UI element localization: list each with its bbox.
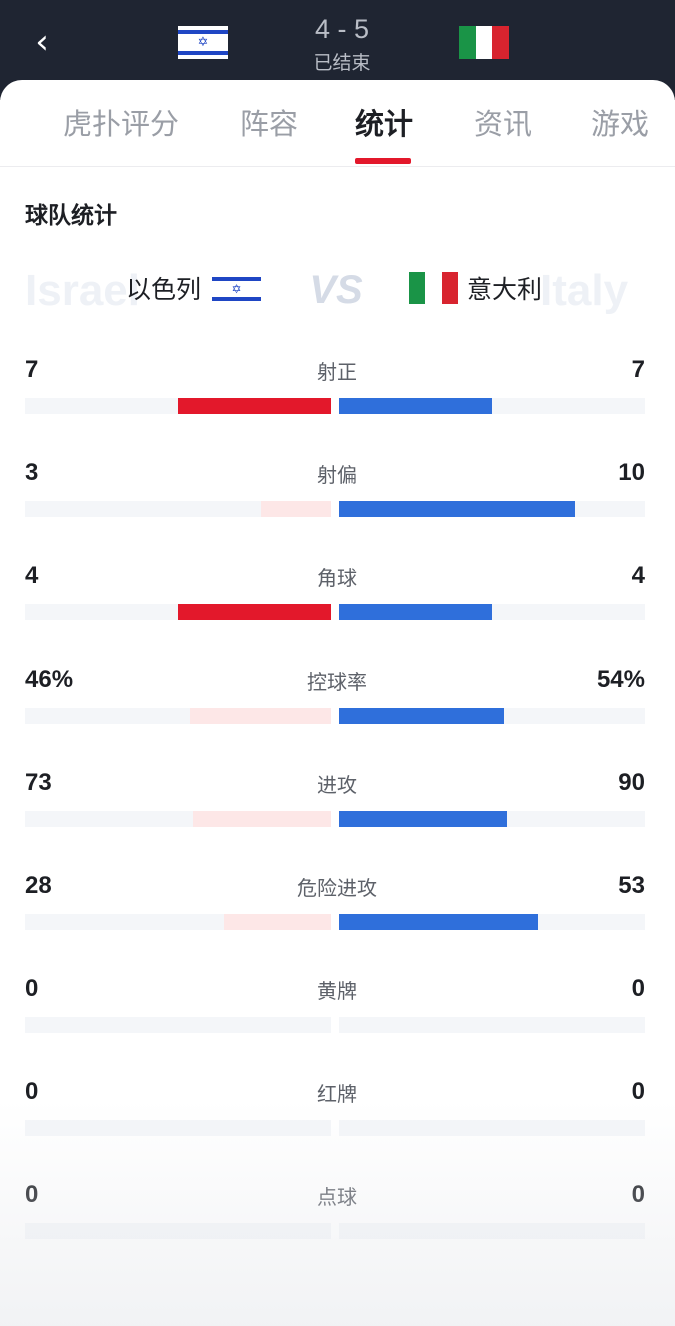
home-stat-bar	[178, 604, 331, 620]
away-stat-track	[339, 811, 645, 827]
home-stat-track	[25, 398, 331, 414]
home-stat-value: 28	[25, 872, 52, 899]
home-team-watermark: Israel	[25, 266, 140, 315]
home-stat-value: 0	[25, 1181, 39, 1208]
active-tab-indicator	[355, 158, 411, 164]
stat-label: 角球	[317, 566, 357, 590]
stat-row: 3 射偏 10	[0, 457, 675, 557]
away-stat-value: 90	[618, 769, 645, 796]
home-stat-value: 4	[25, 562, 39, 589]
section-title: 球队统计	[25, 203, 117, 229]
home-stat-track	[25, 708, 331, 724]
stat-label: 红牌	[317, 1082, 357, 1106]
israel-flag-icon: ✡	[212, 274, 261, 304]
stat-row: 0 点球 0	[0, 1179, 675, 1279]
away-stat-track	[339, 501, 645, 517]
back-arrow-icon[interactable]: ‹	[24, 22, 60, 62]
stat-row: 0 红牌 0	[0, 1076, 675, 1176]
home-stat-value: 7	[25, 356, 39, 383]
tab-bar: 虎扑评分 阵容 统计 资讯 游戏	[0, 80, 675, 166]
stat-label: 进攻	[317, 773, 357, 797]
home-team-name: 以色列	[126, 275, 202, 304]
away-stat-value: 0	[631, 1181, 645, 1208]
away-stat-value: 7	[631, 356, 645, 383]
home-stat-bar	[261, 501, 331, 517]
away-stat-track	[339, 1223, 645, 1239]
stat-row: 28 危险进攻 53	[0, 870, 675, 970]
vs-label: VS	[309, 268, 363, 312]
away-stat-value: 10	[618, 459, 645, 486]
tab-divider	[0, 166, 675, 167]
home-stat-bar	[224, 914, 331, 930]
away-stat-track	[339, 398, 645, 414]
away-stat-bar	[339, 708, 504, 724]
away-stat-value: 54%	[596, 666, 645, 693]
away-stat-track	[339, 1120, 645, 1136]
stat-label: 射正	[317, 360, 357, 384]
stat-row: 73 进攻 90	[0, 767, 675, 867]
away-stat-value: 0	[631, 1078, 645, 1105]
home-stat-track	[25, 1223, 331, 1239]
home-stat-value: 0	[25, 1078, 39, 1105]
stat-row: 4 角球 4	[0, 560, 675, 660]
tab-lineup[interactable]: 阵容	[237, 104, 301, 144]
away-stat-bar	[339, 501, 575, 517]
home-stat-bar	[193, 811, 331, 827]
stat-label: 射偏	[317, 463, 357, 487]
away-stat-value: 4	[631, 562, 645, 589]
israel-flag-icon: ✡	[178, 26, 228, 59]
away-stat-track	[339, 1017, 645, 1033]
stat-row: 0 黄牌 0	[0, 973, 675, 1073]
stat-row: 46% 控球率 54%	[0, 664, 675, 764]
away-stat-track	[339, 914, 645, 930]
away-team-watermark: Italy	[540, 266, 629, 315]
home-stat-value: 3	[25, 459, 39, 486]
tab-news[interactable]: 资讯	[471, 104, 535, 144]
home-stat-track	[25, 1120, 331, 1136]
home-stat-track	[25, 501, 331, 517]
match-status: 已结束	[313, 52, 371, 74]
tab-stats[interactable]: 统计	[352, 104, 416, 144]
match-score: 4 - 5	[314, 14, 370, 44]
away-stat-track	[339, 708, 645, 724]
home-stat-value: 73	[25, 769, 52, 796]
away-stat-bar	[339, 811, 507, 827]
home-stat-value: 46%	[25, 666, 74, 693]
home-stat-track	[25, 604, 331, 620]
home-stat-track	[25, 811, 331, 827]
stat-row: 7 射正 7	[0, 354, 675, 454]
italy-flag-icon	[409, 272, 458, 304]
stat-label: 控球率	[307, 670, 367, 694]
stats-card: 虎扑评分 阵容 统计 资讯 游戏 球队统计 Israel Italy 以色列 ✡…	[0, 80, 675, 1326]
away-stat-bar	[339, 398, 492, 414]
home-stat-bar	[178, 398, 331, 414]
tab-rating[interactable]: 虎扑评分	[60, 104, 182, 144]
home-stat-bar	[190, 708, 331, 724]
away-stat-value: 0	[631, 975, 645, 1002]
stat-label: 点球	[317, 1185, 357, 1209]
stat-label: 危险进攻	[297, 876, 377, 900]
home-stat-value: 0	[25, 975, 39, 1002]
stat-label: 黄牌	[317, 979, 357, 1003]
home-stat-track	[25, 1017, 331, 1033]
home-stat-track	[25, 914, 331, 930]
away-team-name: 意大利	[467, 275, 543, 304]
tab-games[interactable]: 游戏	[588, 104, 652, 144]
away-stat-bar	[339, 914, 538, 930]
away-stat-bar	[339, 604, 492, 620]
away-stat-track	[339, 604, 645, 620]
italy-flag-icon	[459, 26, 509, 59]
away-stat-value: 53	[618, 872, 645, 899]
